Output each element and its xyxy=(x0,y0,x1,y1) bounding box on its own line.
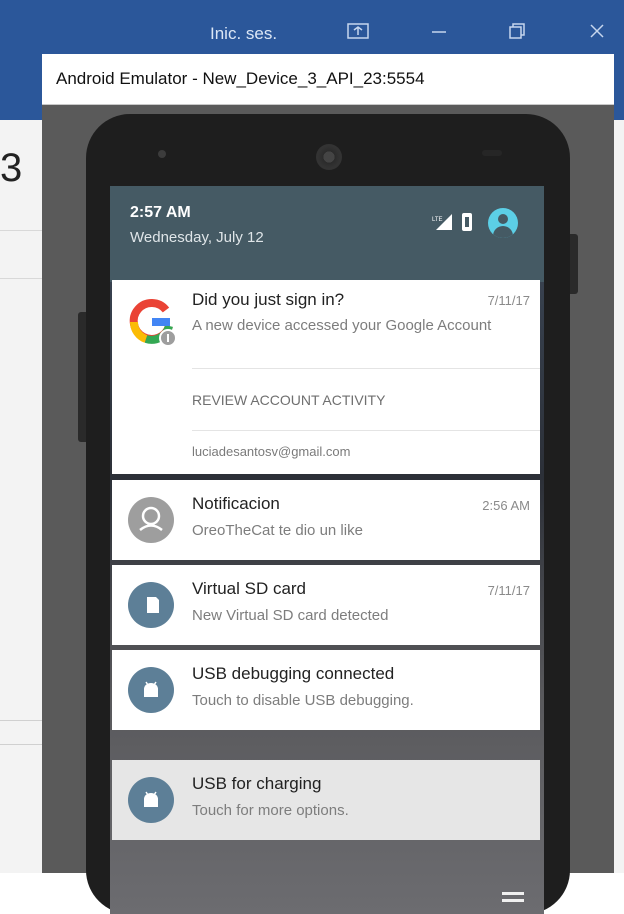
front-camera xyxy=(158,150,166,158)
notification-text: OreoTheCat te dio un like xyxy=(192,522,363,539)
android-icon xyxy=(128,777,174,823)
ribbon-display-options-icon[interactable] xyxy=(346,22,370,45)
divider xyxy=(192,430,540,431)
divider xyxy=(0,278,42,279)
emulator-titlebar[interactable]: Android Emulator - New_Device_3_API_23:5… xyxy=(42,54,614,105)
power-button[interactable] xyxy=(570,234,578,294)
notification-google-signin[interactable]: Did you just sign in? 7/11/17 A new devi… xyxy=(112,280,540,474)
close-icon[interactable] xyxy=(588,22,606,45)
notification-time: 7/11/17 xyxy=(487,293,530,308)
sign-in-link[interactable]: Inic. ses. xyxy=(210,24,277,44)
notification-text: A new device accessed your Google Accoun… xyxy=(192,317,492,334)
clear-all-icon[interactable] xyxy=(502,892,524,906)
person-icon xyxy=(128,497,174,543)
notification-account: luciadesantosv@gmail.com xyxy=(192,444,351,459)
phone-screen: 2:57 AM Wednesday, July 12 LTE Did you j… xyxy=(110,186,544,914)
review-account-activity-button[interactable]: REVIEW ACCOUNT ACTIVITY xyxy=(192,392,385,408)
notification-time: 2:56 AM xyxy=(482,498,530,513)
google-icon xyxy=(129,298,177,347)
minimize-icon[interactable] xyxy=(430,22,448,45)
battery-icon xyxy=(462,213,472,231)
clock-time: 2:57 AM xyxy=(130,204,191,221)
notification-like[interactable]: Notificacion 2:56 AM OreoTheCat te dio u… xyxy=(112,480,540,560)
clock-date: Wednesday, July 12 xyxy=(130,229,264,246)
notification-title: Notificacion xyxy=(192,494,280,513)
notification-usb-debugging[interactable]: USB debugging connected Touch to disable… xyxy=(112,650,540,730)
user-account-icon[interactable] xyxy=(488,208,518,238)
notification-text: New Virtual SD card detected xyxy=(192,607,389,624)
divider xyxy=(192,368,540,369)
earpiece-speaker xyxy=(316,144,342,170)
notification-text: Touch to disable USB debugging. xyxy=(192,692,414,709)
notification-text: Touch for more options. xyxy=(192,802,349,819)
divider xyxy=(0,230,42,231)
divider xyxy=(0,720,42,721)
notification-title: Did you just sign in? xyxy=(192,290,345,309)
proximity-sensor xyxy=(482,150,502,156)
notification-title: USB for charging xyxy=(192,774,322,793)
notification-virtual-sd-card[interactable]: Virtual SD card 7/11/17 New Virtual SD c… xyxy=(112,565,540,645)
phone-frame: 2:57 AM Wednesday, July 12 LTE Did you j… xyxy=(78,114,578,914)
notification-title: USB debugging connected xyxy=(192,664,395,683)
lte-signal-icon: LTE xyxy=(432,214,452,230)
notification-time: 7/11/17 xyxy=(487,583,530,598)
volume-button[interactable] xyxy=(78,312,86,442)
background-app-titlebar: Inic. ses. xyxy=(0,0,624,62)
android-icon xyxy=(128,667,174,713)
notification-title: Virtual SD card xyxy=(192,579,307,598)
svg-text:LTE: LTE xyxy=(432,217,443,223)
notification-usb-charging[interactable]: USB for charging Touch for more options. xyxy=(112,760,540,840)
sd-card-icon xyxy=(128,582,174,628)
emulator-window: Android Emulator - New_Device_3_API_23:5… xyxy=(42,54,614,914)
emulator-window-title: Android Emulator - New_Device_3_API_23:5… xyxy=(56,69,425,88)
quick-settings-header[interactable]: 2:57 AM Wednesday, July 12 LTE xyxy=(110,186,544,282)
divider xyxy=(0,744,42,745)
restore-icon[interactable] xyxy=(508,22,526,45)
document-text-fragment: 3 xyxy=(0,146,23,190)
